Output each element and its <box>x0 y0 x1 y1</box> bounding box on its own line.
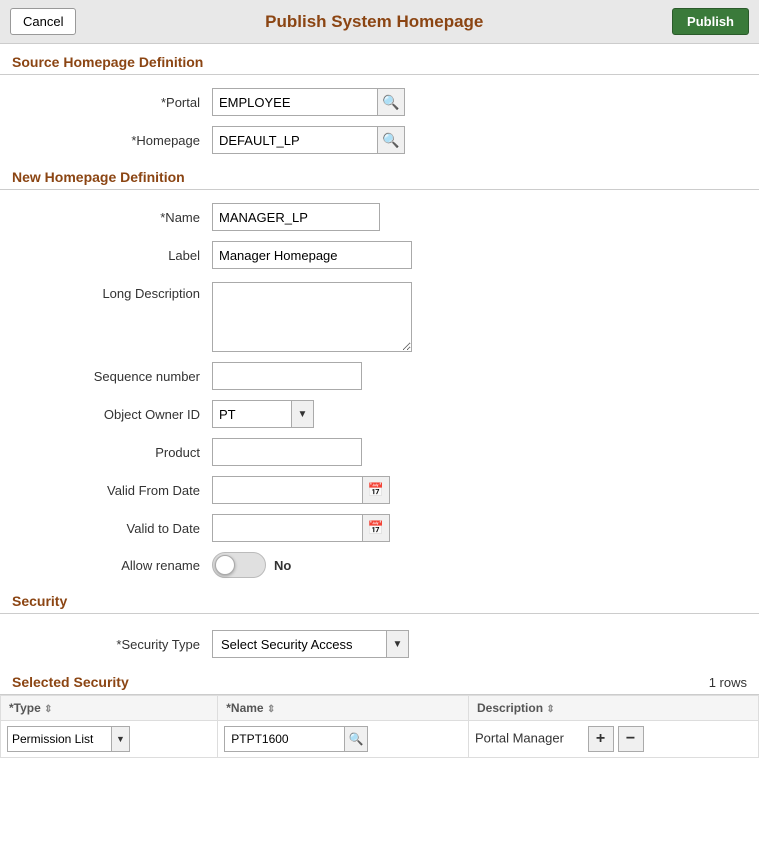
selected-security-header: Selected Security 1 rows <box>0 666 759 695</box>
name-sort-icon[interactable]: ⇕ <box>267 704 275 715</box>
valid-from-container: 📅 <box>212 476 390 504</box>
owner-select[interactable]: PT <box>212 400 292 428</box>
valid-from-row: Valid From Date 📅 <box>0 471 759 509</box>
security-type-select[interactable]: Select Security Access <box>212 630 387 658</box>
row-action-buttons: + − <box>588 726 644 752</box>
new-section-header: New Homepage Definition <box>0 159 759 190</box>
row-name-search-button[interactable]: 🔍 <box>344 726 368 752</box>
security-type-label: *Security Type <box>12 637 212 652</box>
seq-label: Sequence number <box>12 369 212 384</box>
product-label: Product <box>12 445 212 460</box>
label-row: Label <box>0 236 759 274</box>
type-sort-icon[interactable]: ⇕ <box>44 704 52 715</box>
owner-label: Object Owner ID <box>12 407 212 422</box>
allow-rename-toggle-container: No <box>212 552 291 578</box>
valid-from-label: Valid From Date <box>12 483 212 498</box>
allow-rename-toggle[interactable] <box>212 552 266 578</box>
product-row: Product <box>0 433 759 471</box>
portal-search-button[interactable]: 🔍 <box>377 88 405 116</box>
publish-button[interactable]: Publish <box>672 8 749 35</box>
seq-input[interactable] <box>212 362 362 390</box>
security-table: *Type ⇕ *Name ⇕ Description ⇕ Permission… <box>0 695 759 758</box>
homepage-label: *Homepage <box>12 133 212 148</box>
row-type-select[interactable]: Permission List <box>7 726 112 752</box>
desc-sort-icon[interactable]: ⇕ <box>546 704 554 715</box>
owner-select-container: PT ▼ <box>212 400 314 428</box>
product-input[interactable] <box>212 438 362 466</box>
add-row-button[interactable]: + <box>588 726 614 752</box>
cancel-button[interactable]: Cancel <box>10 8 76 35</box>
owner-row: Object Owner ID PT ▼ <box>0 395 759 433</box>
row-description-text: Portal Manager <box>475 730 564 745</box>
homepage-row: *Homepage 🔍 <box>0 121 759 159</box>
page-header: Cancel Publish System Homepage Publish <box>0 0 759 44</box>
row-name-input[interactable] <box>224 726 344 752</box>
col-description-header: Description ⇕ <box>469 696 759 721</box>
row-description-cell: Portal Manager + − <box>469 721 759 758</box>
page-title: Publish System Homepage <box>76 12 672 32</box>
remove-row-button[interactable]: − <box>618 726 644 752</box>
owner-dropdown-arrow[interactable]: ▼ <box>292 400 314 428</box>
portal-input[interactable] <box>212 88 377 116</box>
label-input[interactable] <box>212 241 412 269</box>
row-type-dropdown-arrow[interactable]: ▼ <box>112 726 130 752</box>
toggle-thumb <box>215 555 235 575</box>
label-label: Label <box>12 248 212 263</box>
long-desc-input[interactable] <box>212 282 412 352</box>
allow-rename-toggle-label: No <box>274 558 291 573</box>
name-input[interactable] <box>212 203 380 231</box>
selected-security-title: Selected Security <box>12 674 129 690</box>
valid-to-row: Valid to Date 📅 <box>0 509 759 547</box>
security-type-dropdown-arrow[interactable]: ▼ <box>387 630 409 658</box>
rows-count: 1 rows <box>709 675 747 690</box>
valid-to-label: Valid to Date <box>12 521 212 536</box>
col-name-header: *Name ⇕ <box>218 696 469 721</box>
table-row: Permission List ▼ 🔍 Portal Manager + − <box>1 721 759 758</box>
valid-to-calendar-button[interactable]: 📅 <box>362 514 390 542</box>
row-name-cell: 🔍 <box>218 721 469 758</box>
seq-row: Sequence number <box>0 357 759 395</box>
security-type-container: Select Security Access ▼ <box>212 630 409 658</box>
valid-from-input[interactable] <box>212 476 362 504</box>
security-section-header: Security <box>0 583 759 614</box>
source-section-header: Source Homepage Definition <box>0 44 759 75</box>
allow-rename-row: Allow rename No <box>0 547 759 583</box>
row-type-container: Permission List ▼ <box>7 726 211 752</box>
portal-field-container: 🔍 <box>212 88 405 116</box>
row-type-cell: Permission List ▼ <box>1 721 218 758</box>
homepage-input[interactable] <box>212 126 377 154</box>
row-name-container: 🔍 <box>224 726 462 752</box>
long-desc-row: Long Description <box>0 274 759 357</box>
valid-from-calendar-button[interactable]: 📅 <box>362 476 390 504</box>
name-label: *Name <box>12 210 212 225</box>
homepage-field-container: 🔍 <box>212 126 405 154</box>
security-type-row: *Security Type Select Security Access ▼ <box>0 622 759 666</box>
portal-row: *Portal 🔍 <box>0 83 759 121</box>
col-type-header: *Type ⇕ <box>1 696 218 721</box>
portal-label: *Portal <box>12 95 212 110</box>
homepage-search-button[interactable]: 🔍 <box>377 126 405 154</box>
allow-rename-label: Allow rename <box>12 558 212 573</box>
long-desc-label: Long Description <box>12 282 212 301</box>
valid-to-container: 📅 <box>212 514 390 542</box>
name-row: *Name <box>0 198 759 236</box>
valid-to-input[interactable] <box>212 514 362 542</box>
